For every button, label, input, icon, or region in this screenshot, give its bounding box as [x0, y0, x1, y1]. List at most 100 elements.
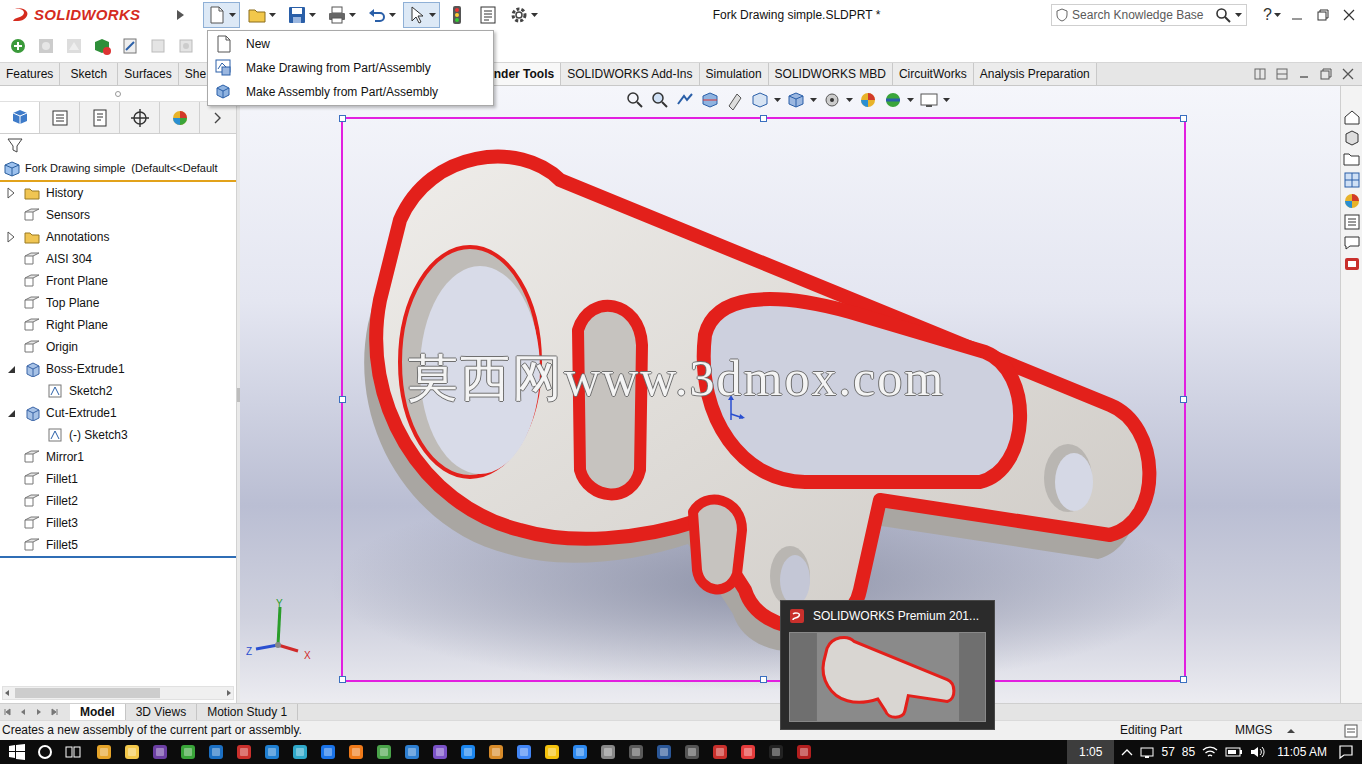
- tile-vertical-icon[interactable]: [1276, 68, 1288, 80]
- undo-button[interactable]: [363, 2, 400, 28]
- command-tab[interactable]: She: [179, 63, 209, 85]
- tree-item[interactable]: (-) Sketch3: [0, 424, 236, 446]
- rebuild-button[interactable]: [443, 2, 471, 28]
- selection-handle[interactable]: [339, 396, 346, 403]
- previous-view-button[interactable]: [675, 90, 695, 110]
- taskbar-app-icon[interactable]: [572, 744, 588, 760]
- dropdown-caret-icon[interactable]: [774, 97, 781, 103]
- tree-item[interactable]: Fillet2: [0, 490, 236, 512]
- zoom-area-button[interactable]: [650, 90, 670, 110]
- clock[interactable]: 11:05 AM: [1273, 745, 1331, 759]
- menu-item[interactable]: New: [208, 32, 493, 56]
- display-style-button[interactable]: [786, 90, 817, 110]
- restore-icon[interactable]: [1310, 0, 1336, 30]
- windows-logo-icon[interactable]: [8, 743, 26, 761]
- expanded-arrow-icon[interactable]: [4, 406, 18, 420]
- appearances-icon[interactable]: [1343, 192, 1361, 210]
- taskbar-app-icon[interactable]: [264, 744, 280, 760]
- taskbar-app-icon[interactable]: [796, 744, 812, 760]
- tree-item[interactable]: Sketch2: [0, 380, 236, 402]
- panel-tab[interactable]: [160, 102, 200, 133]
- dropdown-caret-icon[interactable]: [907, 97, 914, 103]
- command-tab[interactable]: Features: [0, 63, 60, 85]
- tool-button-icon[interactable]: [120, 36, 140, 56]
- print-button[interactable]: [323, 2, 360, 28]
- tree-item[interactable]: Origin: [0, 336, 236, 358]
- file-explorer-icon[interactable]: [1343, 150, 1361, 168]
- tree-item[interactable]: Mirror1: [0, 446, 236, 468]
- dropdown-caret-icon[interactable]: [1235, 12, 1242, 18]
- tree-item[interactable]: Fillet5: [0, 534, 236, 556]
- taskbar-app-icon[interactable]: [628, 744, 644, 760]
- forum-icon[interactable]: [1343, 234, 1361, 252]
- tree-item[interactable]: Right Plane: [0, 314, 236, 336]
- command-tab[interactable]: Sketch: [60, 63, 118, 85]
- tab-scroll-icon[interactable]: [19, 708, 33, 716]
- dropdown-caret-icon[interactable]: [229, 12, 236, 18]
- taskbar-app-icon[interactable]: [404, 744, 420, 760]
- chevron-right-icon[interactable]: [200, 102, 234, 133]
- taskbar-app-icon[interactable]: [124, 744, 140, 760]
- taskbar-app-icon[interactable]: [292, 744, 308, 760]
- collapsed-arrow-icon[interactable]: [4, 186, 18, 200]
- selection-handle[interactable]: [760, 115, 767, 122]
- taskbar-app-icon[interactable]: [236, 744, 252, 760]
- magnifier-icon[interactable]: [1215, 7, 1231, 23]
- taskbar-app-icon[interactable]: [768, 744, 784, 760]
- expanded-arrow-icon[interactable]: [4, 362, 18, 376]
- edit-appearance-button[interactable]: [858, 90, 878, 110]
- selection-handle[interactable]: [1180, 396, 1187, 403]
- dropdown-caret-icon[interactable]: [349, 12, 356, 18]
- scroll-right-icon[interactable]: [225, 689, 233, 697]
- view-orientation-button[interactable]: [750, 90, 781, 110]
- scroll-left-icon[interactable]: [3, 689, 11, 697]
- save-button[interactable]: [283, 2, 320, 28]
- taskbar-app-icon[interactable]: [208, 744, 224, 760]
- dropdown-caret-icon[interactable]: [389, 12, 396, 18]
- dropdown-caret-icon[interactable]: [269, 12, 276, 18]
- panel-tab[interactable]: [40, 102, 80, 133]
- app-logo[interactable]: SOLIDWORKS: [0, 0, 165, 30]
- section-view-button[interactable]: [700, 90, 720, 110]
- minimize-icon[interactable]: [1284, 0, 1310, 30]
- tool-button-icon[interactable]: [36, 36, 56, 56]
- tree-item[interactable]: Boss-Extrude1: [0, 358, 236, 380]
- tool-button-icon[interactable]: [8, 36, 28, 56]
- tree-item[interactable]: Cut-Extrude1: [0, 402, 236, 424]
- home-icon[interactable]: [1343, 108, 1361, 126]
- file-properties-button[interactable]: [474, 2, 502, 28]
- task-view-icon[interactable]: [64, 743, 82, 761]
- taskbar-app-icon[interactable]: [320, 744, 336, 760]
- help-button[interactable]: ?: [1261, 5, 1274, 24]
- taskbar-app-icon[interactable]: [460, 744, 476, 760]
- command-tab[interactable]: SOLIDWORKS Add-Ins: [561, 63, 699, 85]
- command-tab[interactable]: Analysis Preparation: [974, 63, 1097, 85]
- view-palette-icon[interactable]: [1343, 171, 1361, 189]
- horizontal-scrollbar[interactable]: [2, 686, 234, 700]
- command-tab[interactable]: CircuitWorks: [893, 63, 974, 85]
- taskbar-app-icon[interactable]: [740, 744, 756, 760]
- menu-item[interactable]: Make Drawing from Part/Assembly: [208, 56, 493, 80]
- dropdown-caret-icon[interactable]: [810, 97, 817, 103]
- panel-tab[interactable]: [120, 102, 160, 133]
- custom-properties-icon[interactable]: [1343, 213, 1361, 231]
- cortana-icon[interactable]: [36, 743, 54, 761]
- selection-handle[interactable]: [760, 676, 767, 683]
- taskbar-app-icon[interactable]: [348, 744, 364, 760]
- add-in-icon[interactable]: [1343, 255, 1361, 273]
- taskbar-app-icon[interactable]: [152, 744, 168, 760]
- hide-show-button[interactable]: [822, 90, 853, 110]
- dropdown-caret-icon[interactable]: [309, 12, 316, 18]
- taskbar-window-preview[interactable]: SOLIDWORKS Premium 201...: [780, 600, 995, 730]
- taskbar-app-icon[interactable]: [600, 744, 616, 760]
- options-button[interactable]: [505, 2, 542, 28]
- taskbar-app-icon[interactable]: [684, 744, 700, 760]
- units-up-arrow-icon[interactable]: [1287, 728, 1295, 734]
- taskbar-app-icon[interactable]: [544, 744, 560, 760]
- taskbar-app-icon[interactable]: [712, 744, 728, 760]
- taskbar-badge[interactable]: 1:05: [1067, 740, 1114, 764]
- collapse-dot-icon[interactable]: [114, 90, 122, 98]
- taskbar-app-icon[interactable]: [180, 744, 196, 760]
- tree-root[interactable]: Fork Drawing simple (Default<<Default: [0, 158, 236, 182]
- new-button[interactable]: [203, 2, 240, 28]
